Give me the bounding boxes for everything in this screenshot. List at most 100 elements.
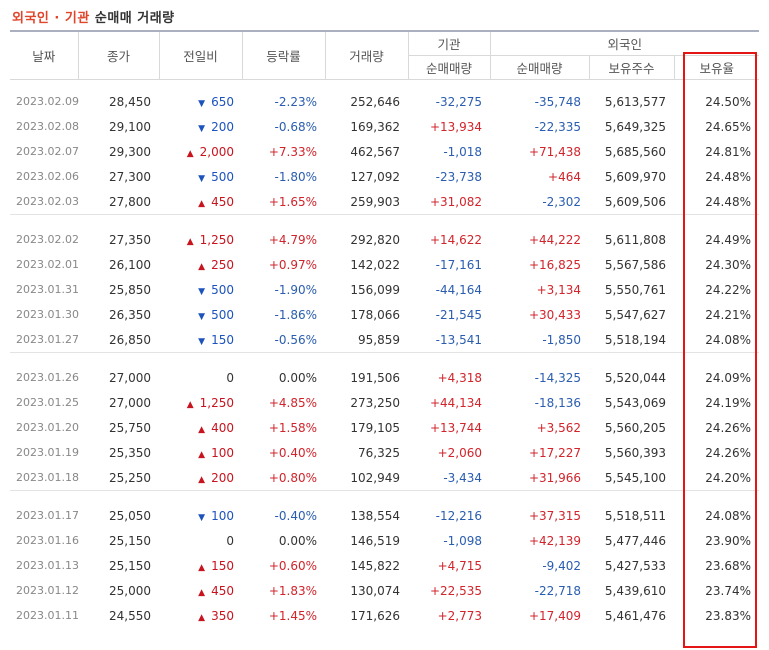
cell-volume: 292,820 <box>350 232 400 247</box>
change-value: 0 <box>226 370 234 385</box>
cell-volume: 102,949 <box>350 470 400 485</box>
cell-holdings: 5,477,446 <box>604 533 666 548</box>
cell-close: 29,300 <box>109 144 151 159</box>
up-triangle-icon: ▲ <box>186 148 194 159</box>
change-value: 250 <box>211 257 234 272</box>
cell-holdings: 5,427,533 <box>604 558 666 573</box>
cell-volume: 191,506 <box>350 370 400 385</box>
cell-holdings: 5,547,627 <box>604 307 666 322</box>
section-title: 외국인 · 기관 순매매 거래량 <box>12 7 175 26</box>
header-institution: 기관 <box>407 30 490 56</box>
cell-close: 25,050 <box>109 508 151 523</box>
cell-holdings: 5,685,560 <box>604 144 666 159</box>
up-triangle-icon: ▲ <box>186 399 194 410</box>
table-row: 2023.01.18 25,250 ▲ 200 +0.80% 102,949 -3,434 +… <box>10 465 759 491</box>
cell-holdings: 5,550,761 <box>604 282 666 297</box>
cell-holdings: 5,560,393 <box>604 445 666 460</box>
cell-date: 2023.01.16 <box>16 534 79 547</box>
up-triangle-icon: ▲ <box>198 587 206 598</box>
cell-date: 2023.01.18 <box>16 471 79 484</box>
down-triangle-icon: ▼ <box>198 512 206 523</box>
change-value: 500 <box>211 169 234 184</box>
cell-foreign-net: +464 <box>548 169 581 184</box>
cell-holdings: 5,518,194 <box>604 332 666 347</box>
cell-inst-net: +13,744 <box>429 420 482 435</box>
cell-inst-net: -1,018 <box>443 144 482 159</box>
cell-rate: +0.40% <box>268 445 317 460</box>
cell-foreign-net: +44,222 <box>528 232 581 247</box>
cell-volume: 259,903 <box>350 194 400 209</box>
cell-inst-net: -12,216 <box>435 508 482 523</box>
cell-close: 25,750 <box>109 420 151 435</box>
cell-holdings: 5,543,069 <box>604 395 666 410</box>
cell-volume: 179,105 <box>350 420 400 435</box>
cell-inst-net: +2,060 <box>437 445 482 460</box>
cell-inst-net: +2,773 <box>437 608 482 623</box>
up-triangle-icon: ▲ <box>186 236 194 247</box>
cell-volume: 95,859 <box>358 332 400 347</box>
cell-holdings: 5,520,044 <box>604 370 666 385</box>
up-triangle-icon: ▲ <box>198 562 206 573</box>
cell-foreign-net: +71,438 <box>528 144 581 159</box>
table-row: 2023.01.19 25,350 ▲ 100 +0.40% 76,325 +2,060 +1… <box>10 440 759 465</box>
cell-volume: 178,066 <box>350 307 400 322</box>
cell-close: 25,850 <box>109 282 151 297</box>
cell-date: 2023.02.02 <box>16 233 79 246</box>
cell-date: 2023.02.07 <box>16 145 79 158</box>
table-body: 2023.02.09 28,450 ▼ 650 -2.23% 252,646 -32,275… <box>10 80 759 629</box>
change-value: 450 <box>211 583 234 598</box>
up-triangle-icon: ▲ <box>198 424 206 435</box>
cell-rate: +0.97% <box>268 257 317 272</box>
cell-holdings: 5,518,511 <box>604 508 666 523</box>
table-row: 2023.01.25 27,000 ▲ 1,250 +4.85% 273,250 +44,1… <box>10 390 759 415</box>
cell-foreign-net: +3,562 <box>536 420 581 435</box>
header-inst-net: 순매매량 <box>407 55 490 80</box>
cell-holdings: 5,567,586 <box>604 257 666 272</box>
cell-close: 29,100 <box>109 119 151 134</box>
cell-inst-net: +4,318 <box>437 370 482 385</box>
cell-holdings: 5,560,205 <box>604 420 666 435</box>
cell-close: 26,100 <box>109 257 151 272</box>
cell-close: 25,000 <box>109 583 151 598</box>
cell-holdings: 5,613,577 <box>604 94 666 109</box>
header-holdings: 보유주수 <box>588 55 674 80</box>
cell-change: 0 <box>159 365 242 390</box>
table-row: 2023.02.07 29,300 ▲ 2,000 +7.33% 462,567 -1,01… <box>10 139 759 164</box>
cell-close: 24,550 <box>109 608 151 623</box>
cell-rate: -2.23% <box>274 94 317 109</box>
table-row: 2023.01.30 26,350 ▼ 500 -1.86% 178,066 -21,545… <box>10 302 759 327</box>
table-row: 2023.01.31 25,850 ▼ 500 -1.90% 156,099 -44,164… <box>10 277 759 302</box>
down-triangle-icon: ▼ <box>198 286 206 297</box>
cell-change: ▼ 500 <box>159 277 242 302</box>
cell-volume: 130,074 <box>350 583 400 598</box>
cell-volume: 127,092 <box>350 169 400 184</box>
cell-close: 26,850 <box>109 332 151 347</box>
up-triangle-icon: ▲ <box>198 612 206 623</box>
cell-inst-net: +13,934 <box>429 119 482 134</box>
cell-date: 2023.01.19 <box>16 446 79 459</box>
table-spacer <box>10 80 759 90</box>
cell-date: 2023.01.30 <box>16 308 79 321</box>
change-value: 2,000 <box>199 144 234 159</box>
cell-change: ▲ 250 <box>159 252 242 277</box>
change-value: 400 <box>211 420 234 435</box>
cell-volume: 76,325 <box>358 445 400 460</box>
cell-change: ▲ 450 <box>159 189 242 215</box>
cell-rate: -1.90% <box>274 282 317 297</box>
cell-close: 25,250 <box>109 470 151 485</box>
table-row: 2023.01.26 27,000 0 0.00% 191,506 +4,318 -14,3… <box>10 365 759 390</box>
cell-close: 28,450 <box>109 94 151 109</box>
cell-rate: +0.80% <box>268 470 317 485</box>
cell-change: ▲ 200 <box>159 465 242 491</box>
header-rate: 등락률 <box>241 30 325 80</box>
cell-change: ▼ 100 <box>159 503 242 528</box>
cell-foreign-net: +17,409 <box>528 608 581 623</box>
cell-rate: +1.45% <box>268 608 317 623</box>
cell-rate: -1.86% <box>274 307 317 322</box>
cell-foreign-net: -14,325 <box>534 370 581 385</box>
change-value: 650 <box>211 94 234 109</box>
change-value: 100 <box>211 508 234 523</box>
up-triangle-icon: ▲ <box>198 449 206 460</box>
title-foreign: 외국인 <box>12 11 50 26</box>
table-row: 2023.01.13 25,150 ▲ 150 +0.60% 145,822 +4,715 -… <box>10 553 759 578</box>
